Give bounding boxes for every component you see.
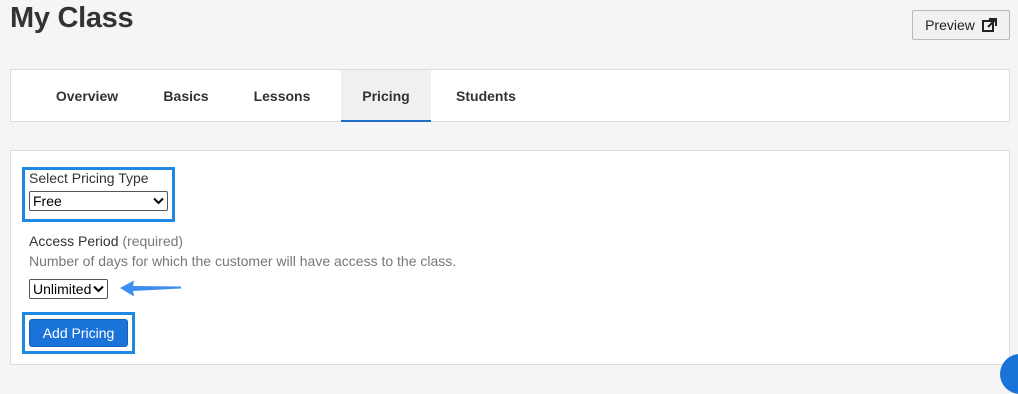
pricing-type-value: Free bbox=[33, 193, 62, 209]
access-period-select[interactable]: Unlimited bbox=[29, 279, 108, 299]
tab-label: Pricing bbox=[362, 87, 410, 104]
pricing-form-card: Select Pricing Type Free Access Period (… bbox=[10, 150, 1010, 365]
tab-label: Basics bbox=[163, 87, 209, 104]
access-period-label-text: Access Period bbox=[29, 233, 119, 249]
access-period-help-text: Number of days for which the customer wi… bbox=[29, 253, 457, 269]
access-period-label: Access Period (required) bbox=[29, 233, 183, 249]
access-period-value: Unlimited bbox=[33, 281, 92, 297]
tab-bar: Overview Basics Lessons Pricing Students bbox=[10, 69, 1010, 122]
chevron-down-icon bbox=[93, 285, 104, 293]
tab-lessons[interactable]: Lessons bbox=[223, 70, 341, 121]
preview-button-label: Preview bbox=[925, 17, 975, 33]
preview-button[interactable]: Preview bbox=[912, 10, 1010, 40]
tab-basics[interactable]: Basics bbox=[149, 70, 223, 121]
pricing-type-select[interactable]: Free bbox=[29, 191, 168, 211]
tab-label: Students bbox=[456, 87, 516, 104]
tab-label: Overview bbox=[55, 87, 119, 104]
page-title: My Class bbox=[10, 2, 134, 34]
chevron-down-icon bbox=[153, 197, 164, 205]
external-link-icon bbox=[981, 18, 997, 32]
tab-students[interactable]: Students bbox=[431, 70, 541, 121]
tab-pricing[interactable]: Pricing bbox=[341, 70, 431, 122]
pointer-arrow-icon bbox=[120, 280, 181, 297]
required-note: (required) bbox=[122, 233, 184, 249]
tab-overview[interactable]: Overview bbox=[25, 70, 149, 121]
tab-label: Lessons bbox=[253, 87, 311, 104]
add-pricing-button[interactable]: Add Pricing bbox=[29, 319, 128, 347]
pricing-type-label: Select Pricing Type bbox=[29, 170, 149, 186]
